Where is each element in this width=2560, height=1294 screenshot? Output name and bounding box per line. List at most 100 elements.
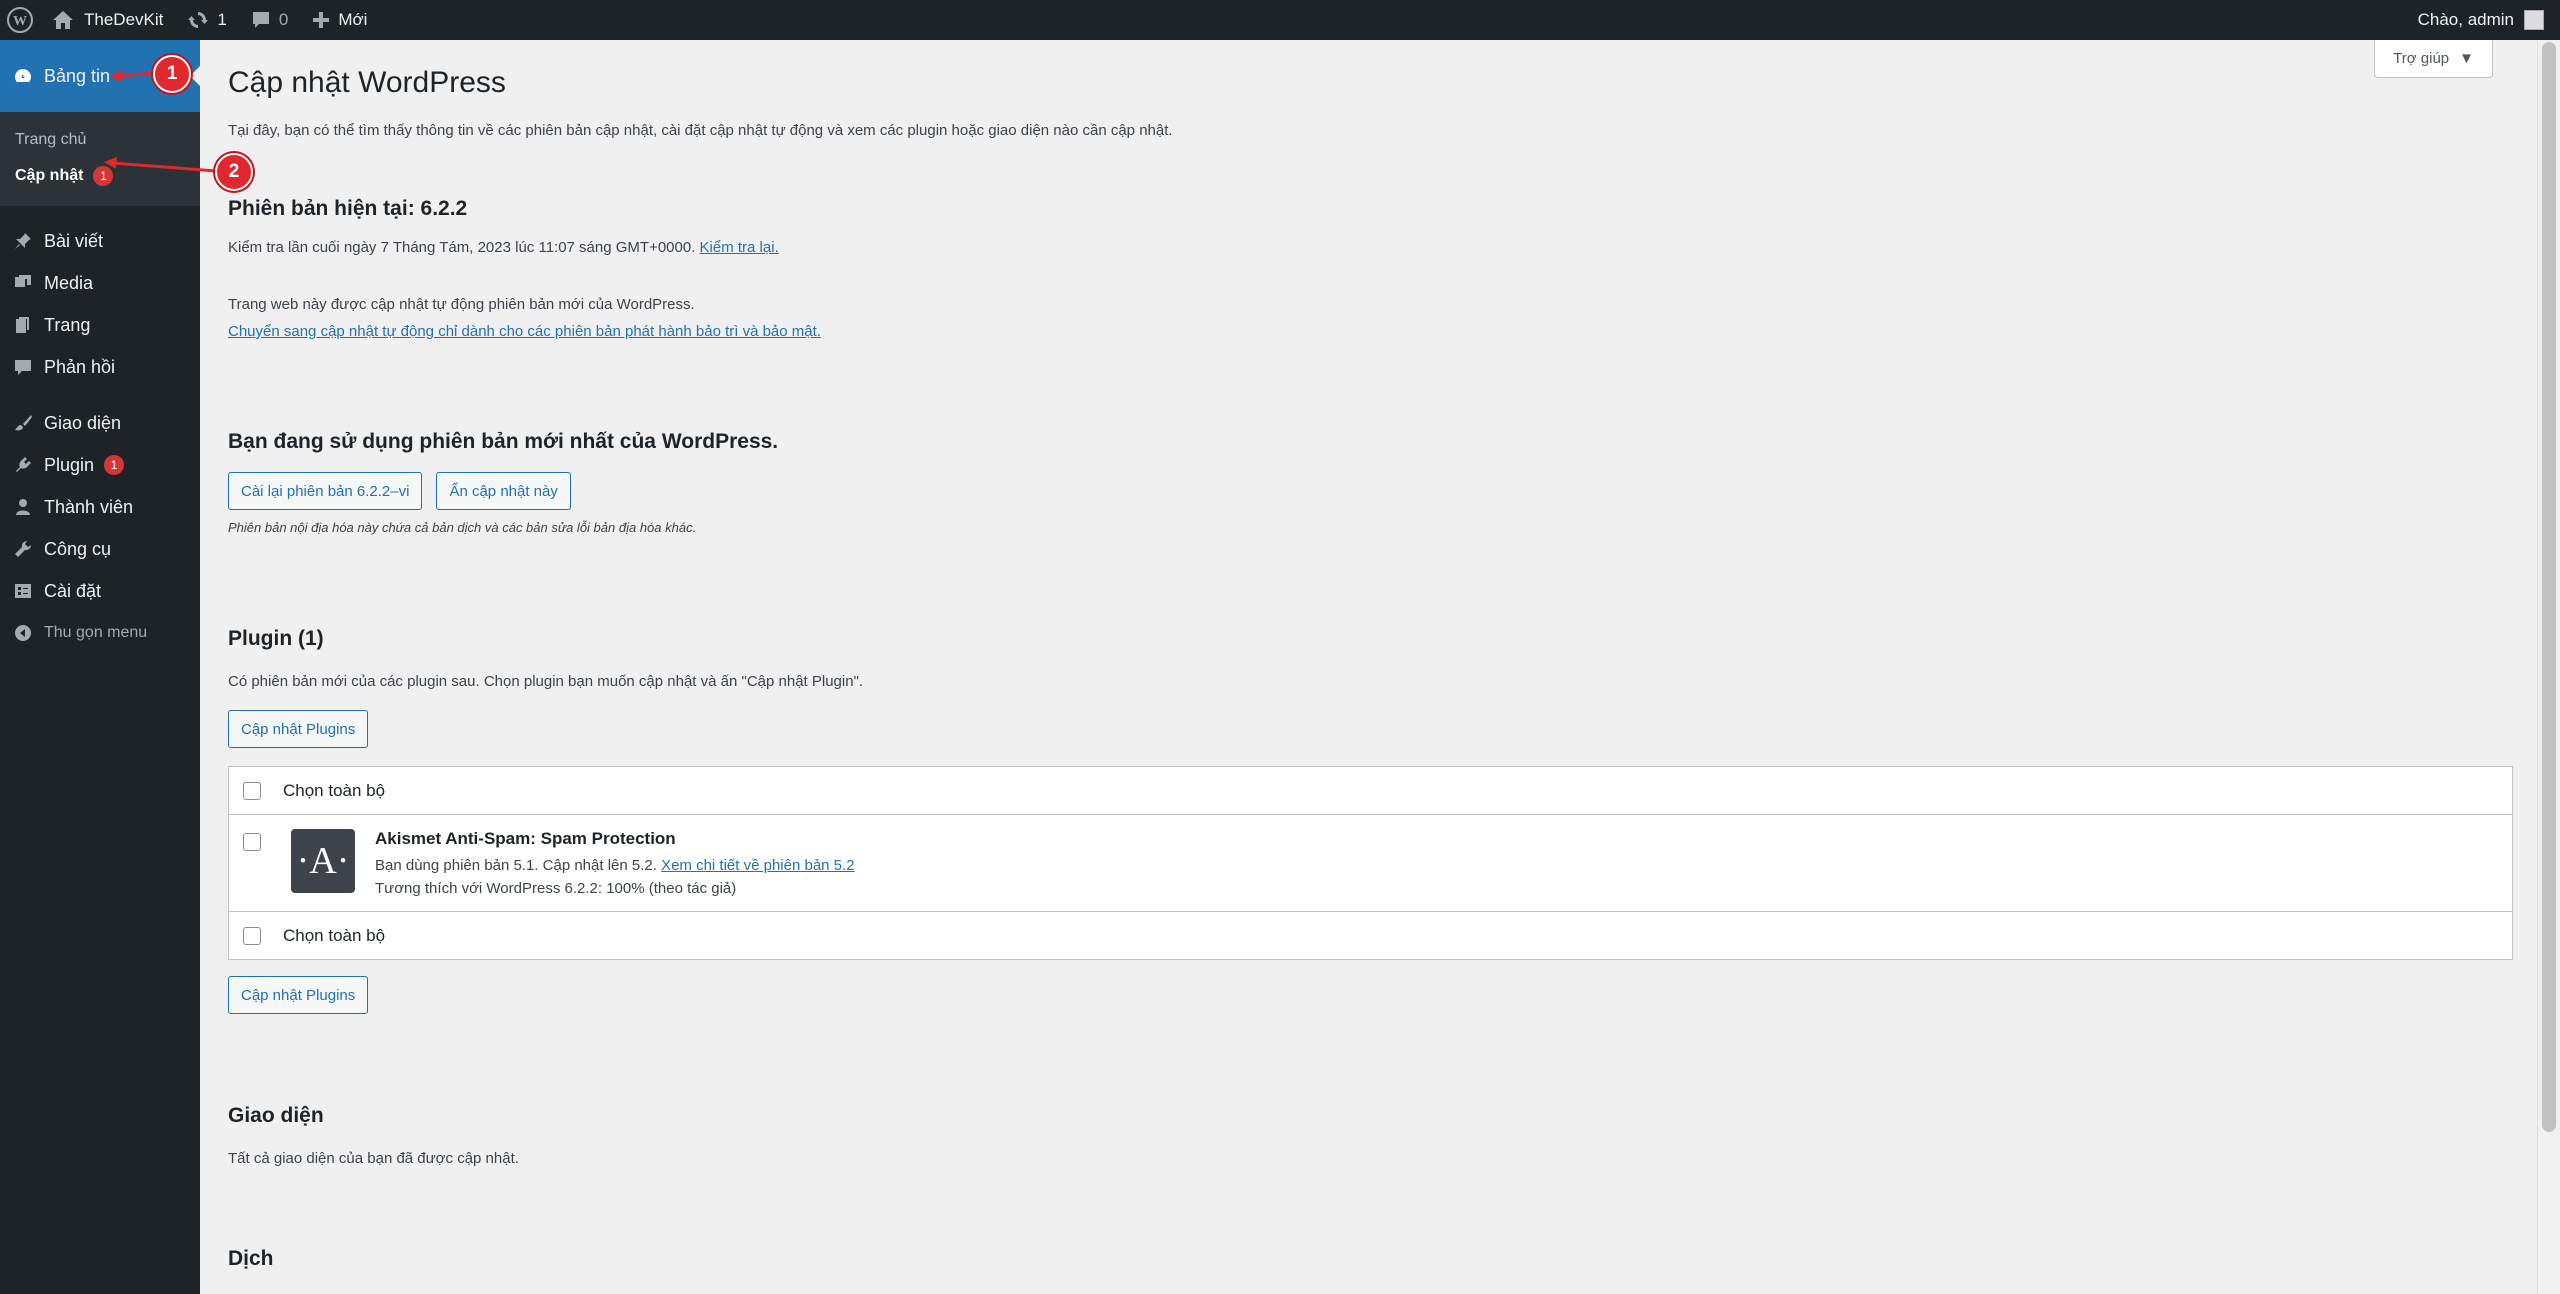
select-all-checkbox-bottom[interactable]	[243, 926, 261, 945]
updates-count: 1	[217, 10, 227, 29]
menu-media-label: Media	[44, 272, 94, 293]
select-all-checkbox-top[interactable]	[243, 781, 261, 800]
updates-link[interactable]: 1	[175, 0, 238, 40]
vertical-scrollbar[interactable]	[2537, 40, 2560, 1294]
wrench-icon	[12, 538, 34, 560]
latest-version-heading: Bạn đang sử dụng phiên bản mới nhất của …	[228, 430, 779, 453]
themes-desc: Tất cả giao diện của bạn đã được cập nhậ…	[228, 1150, 519, 1167]
caret-down-icon: ▼	[2459, 50, 2474, 67]
menu-media[interactable]: Media	[0, 262, 200, 304]
update-plugins-button-bottom[interactable]: Cập nhật Plugins	[228, 976, 369, 1014]
menu-posts-label: Bài viết	[44, 230, 104, 251]
page-title: Cập nhật WordPress	[228, 66, 506, 99]
home-icon	[52, 10, 74, 30]
updates-badge: 1	[93, 166, 114, 186]
current-version-heading: Phiên bản hiện tại: 6.2.2	[228, 197, 468, 220]
menu-settings[interactable]: Cài đặt	[0, 570, 200, 612]
plugin-details-link[interactable]: Xem chi tiết về phiên bản 5.2	[661, 857, 854, 874]
plugins-heading: Plugin (1)	[228, 627, 324, 650]
new-label: Mới	[338, 10, 368, 29]
menu-dashboard-label: Bảng tin	[44, 65, 111, 86]
comment-icon	[251, 10, 271, 30]
localized-note: Phiên bản nội địa hóa này chứa cả bản dị…	[228, 520, 697, 535]
comments-count: 0	[278, 10, 289, 29]
menu-appearance-label: Giao diện	[44, 412, 122, 433]
hide-update-button[interactable]: Ẩn cập nhật này	[436, 472, 571, 510]
paintbrush-icon	[12, 412, 34, 434]
scrollbar-thumb[interactable]	[2542, 42, 2556, 1132]
menu-comments[interactable]: Phản hồi	[0, 346, 200, 388]
dashboard-icon	[12, 65, 34, 87]
menu-pages[interactable]: Trang	[0, 304, 200, 346]
plugin-checkbox-akismet[interactable]	[243, 833, 261, 851]
auto-update-text: Trang web này được cập nhật tự động phiê…	[228, 296, 695, 313]
users-icon	[12, 496, 34, 518]
help-tab-label: Trợ giúp	[2393, 50, 2450, 67]
submenu-home-label: Trang chủ	[15, 131, 87, 148]
menu-settings-label: Cài đặt	[44, 580, 102, 601]
annotation-marker-1: 1	[153, 55, 191, 93]
admin-bar: W TheDevKit 1 0 Mới Chào, admin	[0, 0, 2560, 40]
table-row: Chọn toàn bộ	[228, 766, 2513, 815]
plus-icon	[312, 11, 330, 29]
updates-icon	[187, 9, 209, 31]
plugin-compat: Tương thích với WordPress 6.2.2: 100% (t…	[375, 880, 737, 897]
themes-heading: Giao diện	[228, 1104, 324, 1127]
plugin-version-line: Bạn dùng phiên bản 5.1. Cập nhật lên 5.2…	[375, 857, 855, 874]
my-account[interactable]: Chào, admin	[2418, 0, 2544, 40]
plugin-info: Akismet Anti-Spam: Spam Protection Bạn d…	[375, 829, 855, 897]
plugin-row-akismet: ·A· Akismet Anti-Spam: Spam Protection B…	[229, 815, 2512, 911]
select-all-row-top: Chọn toàn bộ	[229, 767, 2512, 814]
select-all-label-bottom: Chọn toàn bộ	[283, 925, 386, 945]
plugins-desc: Có phiên bản mới của các plugin sau. Chọ…	[228, 673, 864, 690]
akismet-logo-icon: ·A·	[291, 829, 355, 893]
last-checked-label: Kiểm tra lần cuối ngày 7 Tháng Tám, 2023…	[228, 239, 696, 256]
menu-users-label: Thành viên	[44, 496, 134, 517]
update-plugins-button-top[interactable]: Cập nhật Plugins	[228, 710, 369, 748]
greeting: Chào, admin	[2417, 10, 2514, 29]
collapse-arrow-icon	[12, 622, 34, 644]
menu-comments-label: Phản hồi	[44, 356, 116, 377]
menu-users[interactable]: Thành viên	[0, 486, 200, 528]
admin-menu: Bảng tin Trang chủ Cập nhật 1 Bài viết M…	[0, 40, 200, 1294]
last-checked-text: Kiểm tra lần cuối ngày 7 Tháng Tám, 2023…	[228, 239, 2509, 256]
menu-tools[interactable]: Công cụ	[0, 528, 200, 570]
plugin-name: Akismet Anti-Spam: Spam Protection	[375, 829, 676, 848]
plugin-version-text: Bạn dùng phiên bản 5.1. Cập nhật lên 5.2…	[375, 857, 657, 874]
latest-actions: Cài lại phiên bản 6.2.2–vi Ẩn cập nhật n…	[228, 472, 2509, 510]
pushpin-icon	[12, 230, 34, 252]
menu-posts[interactable]: Bài viết	[0, 220, 200, 262]
switch-auto-update-wrap: Chuyển sang cập nhật tự động chỉ dành ch…	[228, 323, 2509, 340]
avatar	[2524, 10, 2544, 30]
pages-icon	[12, 314, 34, 336]
plugins-bottom-actions: Cập nhật Plugins	[228, 976, 2509, 1014]
table-row: ·A· Akismet Anti-Spam: Spam Protection B…	[228, 814, 2513, 912]
comments-link[interactable]: 0	[239, 0, 300, 40]
wordpress-logo-icon[interactable]: W	[0, 0, 40, 40]
reinstall-button[interactable]: Cài lại phiên bản 6.2.2–vi	[228, 472, 423, 510]
plugins-table: Chọn toàn bộ ·A· Akismet Anti-Spam: Spam…	[228, 766, 2513, 960]
site-name-link[interactable]: TheDevKit	[40, 0, 175, 40]
svg-text:W: W	[13, 14, 27, 29]
help-tab-button[interactable]: Trợ giúp ▼	[2374, 40, 2493, 78]
submenu-updates[interactable]: Cập nhật 1	[0, 158, 200, 194]
collapse-menu-button[interactable]: Thu gọn menu	[0, 612, 200, 654]
media-icon	[12, 272, 34, 294]
menu-plugins-label: Plugin	[44, 454, 95, 475]
plugin-icon	[12, 454, 34, 476]
comments-icon	[12, 356, 34, 378]
menu-pages-label: Trang	[44, 314, 91, 335]
menu-tools-label: Công cụ	[44, 538, 112, 559]
check-again-link[interactable]: Kiểm tra lại.	[700, 239, 779, 256]
submenu-home[interactable]: Trang chủ	[0, 122, 200, 158]
settings-icon	[12, 580, 34, 602]
new-content-link[interactable]: Mới	[300, 0, 379, 40]
plugins-badge: 1	[104, 455, 125, 475]
site-name: TheDevKit	[84, 10, 164, 29]
menu-appearance[interactable]: Giao diện	[0, 402, 200, 444]
menu-plugins[interactable]: Plugin 1	[0, 444, 200, 486]
table-row: Chọn toàn bộ	[229, 912, 2513, 960]
plugins-top-actions: Cập nhật Plugins	[228, 710, 2509, 748]
submenu-updates-label: Cập nhật	[15, 167, 84, 184]
switch-auto-update-link[interactable]: Chuyển sang cập nhật tự động chỉ dành ch…	[228, 323, 821, 340]
